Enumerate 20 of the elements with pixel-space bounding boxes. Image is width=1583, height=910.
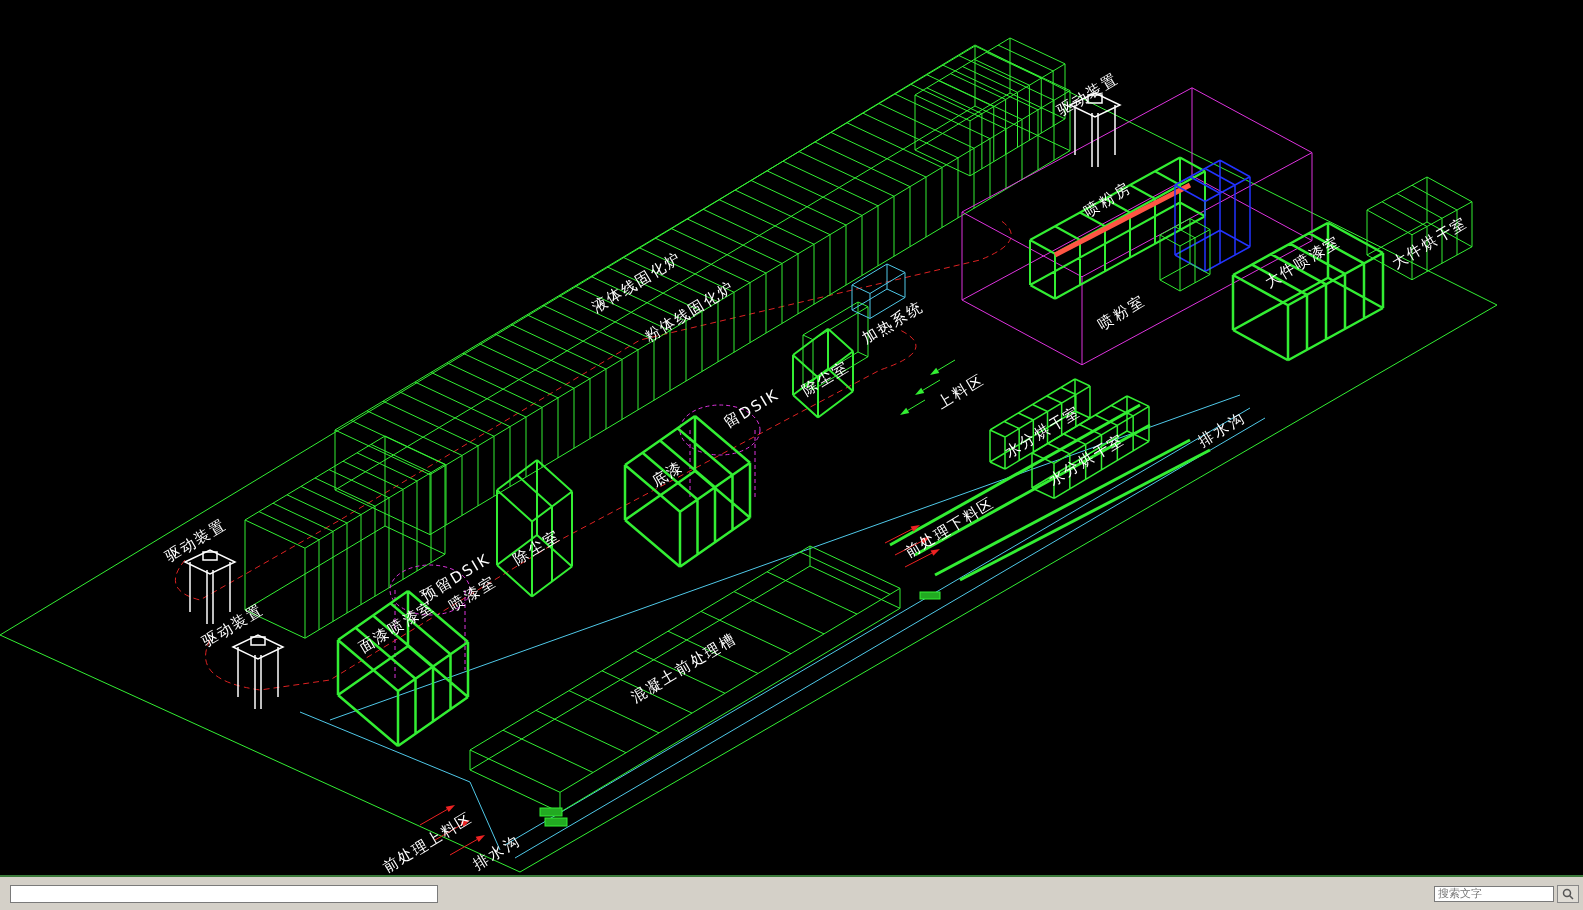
- drawing-label: 喷粉室: [1095, 291, 1149, 335]
- drawing-label: 加热系统: [858, 297, 928, 349]
- command-field[interactable]: [10, 884, 438, 903]
- drawing-label: 大件喷漆室: [1261, 231, 1345, 293]
- drawing-label: 大件烘干室: [1388, 212, 1472, 274]
- search-button[interactable]: [1557, 884, 1579, 903]
- drawing-label: 排水沟: [470, 831, 524, 875]
- search-icon: [1562, 887, 1574, 900]
- drawing-label: 除尘室: [510, 526, 564, 570]
- drawing-label: 混凝土前处理槽: [628, 629, 740, 707]
- drawing-label: 上料区: [934, 370, 988, 414]
- drawing-label: 驱动装置: [161, 515, 231, 567]
- drawing-label: 驱动装置: [1053, 69, 1123, 121]
- drawing-label: 除尘室: [799, 357, 853, 401]
- drawing-label: 喷粉房: [1081, 178, 1135, 222]
- drawing-label: 底漆: [648, 457, 688, 491]
- drawing-label: 前处理下料区: [901, 493, 999, 563]
- drawing-label: 排水沟: [1195, 408, 1249, 452]
- drawing-label: 驱动装置: [198, 600, 268, 652]
- search-field[interactable]: 搜索文字: [1434, 885, 1554, 902]
